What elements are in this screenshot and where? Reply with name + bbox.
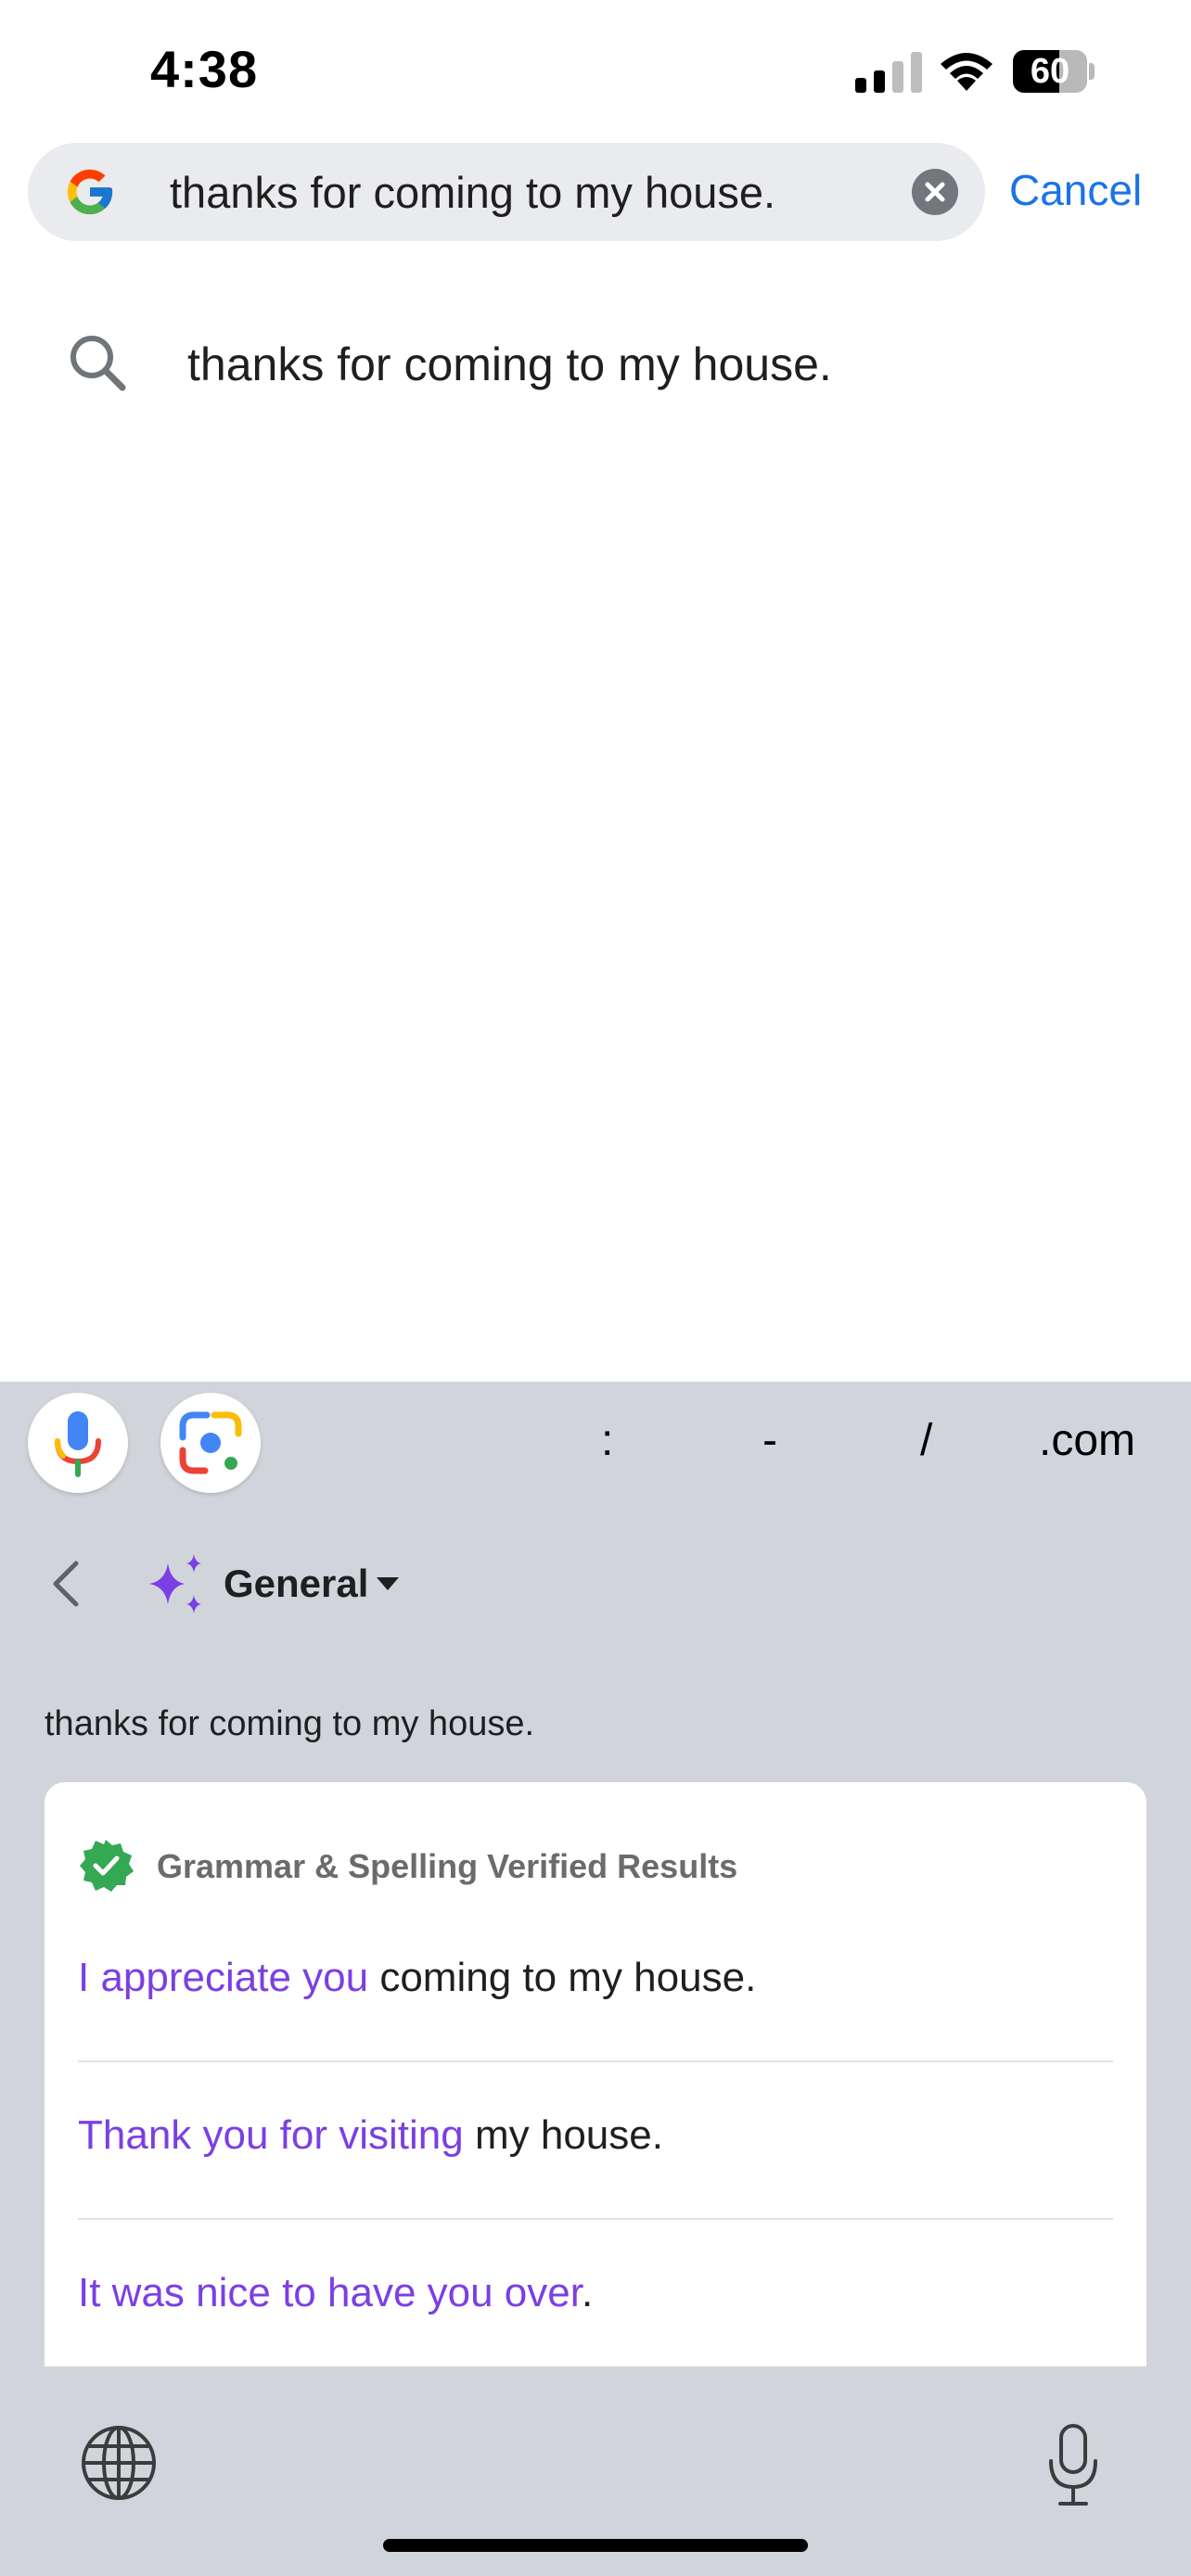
battery-level: 60 <box>1030 52 1070 91</box>
result-highlight: It was nice to have you over <box>78 2270 582 2315</box>
result-rest: coming to my house. <box>368 1955 757 2000</box>
clear-icon <box>925 182 945 202</box>
key-dash[interactable]: - <box>762 1415 777 1466</box>
result-text: Thank you for visiting my house. <box>78 2112 663 2159</box>
google-g-icon <box>67 169 113 215</box>
sparkle-icon <box>149 1554 201 1613</box>
result-item[interactable]: Thank you for visiting my house. <box>78 2060 1113 2220</box>
globe-icon[interactable] <box>80 2424 158 2502</box>
key-slash[interactable]: / <box>920 1415 932 1466</box>
suggestion-text: thanks for coming to my house. <box>187 338 832 390</box>
mode-selector[interactable]: General <box>224 1562 368 1606</box>
verified-check-icon <box>80 1840 134 1892</box>
status-icons: 60 <box>853 48 1104 96</box>
chevron-left-icon[interactable] <box>48 1558 85 1610</box>
google-lens-button[interactable] <box>160 1393 261 1493</box>
result-highlight: Thank you for visiting <box>78 2112 464 2158</box>
input-preview: thanks for coming to my house. <box>45 1704 535 1743</box>
search-icon <box>70 336 126 391</box>
key-dotcom[interactable]: .com <box>1039 1415 1135 1466</box>
caret-down-icon[interactable] <box>375 1575 401 1593</box>
voice-search-icon <box>55 1411 101 1477</box>
status-time: 4:38 <box>150 40 259 98</box>
result-text: I appreciate you coming to my house. <box>78 1955 756 2001</box>
suggestion-item[interactable]: thanks for coming to my house. <box>0 306 1191 427</box>
search-bar[interactable]: thanks for coming to my house. <box>28 143 985 241</box>
key-colon[interactable]: : <box>601 1415 613 1466</box>
clear-search-button[interactable] <box>912 169 958 215</box>
result-text: It was nice to have you over. <box>78 2270 593 2316</box>
google-lens-icon <box>179 1411 242 1474</box>
result-item[interactable]: It was nice to have you over. <box>78 2218 1113 2366</box>
battery-icon: 60 <box>1013 50 1095 93</box>
verified-results-title: Grammar & Spelling Verified Results <box>157 1847 738 1885</box>
result-rest: my house. <box>463 2112 663 2158</box>
result-item[interactable]: I appreciate you coming to my house. <box>78 1903 1113 2062</box>
result-highlight: I appreciate you <box>78 1955 369 2000</box>
search-input[interactable]: thanks for coming to my house. <box>170 167 775 218</box>
dictation-mic-icon[interactable] <box>1046 2422 1100 2507</box>
home-indicator[interactable] <box>383 2539 808 2552</box>
wifi-icon <box>941 53 992 91</box>
result-rest: . <box>581 2270 594 2315</box>
results-card: Grammar & Spelling Verified Results I ap… <box>45 1782 1146 2366</box>
cancel-button[interactable]: Cancel <box>1009 165 1142 215</box>
voice-search-button[interactable] <box>28 1393 128 1493</box>
